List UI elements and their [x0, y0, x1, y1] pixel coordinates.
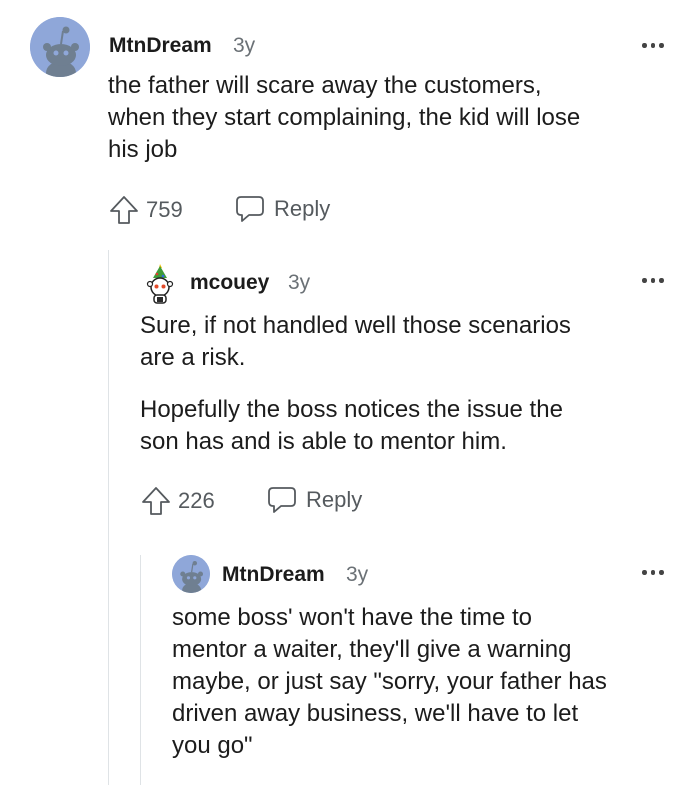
reply-bubble-icon [268, 487, 296, 513]
dot-icon [650, 43, 655, 48]
comment-line: some boss' won't have the time to [172, 604, 533, 631]
more-options-button[interactable] [642, 276, 666, 284]
upvote-arrow-icon [142, 487, 170, 515]
reply-bubble-icon [236, 196, 264, 222]
comment-line: Sure, if not handled well those scenario… [140, 312, 571, 339]
upvote-count: 226 [178, 488, 215, 513]
dot-icon [650, 570, 655, 575]
comment-line: his job [108, 136, 178, 163]
comment-body: the father will scare away the customers… [108, 70, 678, 166]
comment-author[interactable]: MtnDream [222, 563, 325, 587]
comment-line: when they start complaining, the kid wil… [108, 104, 581, 131]
comment-line: Hopefully the boss notices the issue the [140, 396, 563, 423]
dot-icon [659, 278, 664, 283]
comment-age: 3y [233, 34, 256, 57]
snoo-avatar-icon [172, 555, 210, 593]
comment-age: 3y [346, 563, 369, 586]
avatar[interactable] [143, 264, 177, 304]
thread-line-level-1[interactable] [108, 250, 109, 785]
comment-age: 3y [288, 271, 311, 294]
avatar[interactable] [172, 555, 210, 593]
upvote-button[interactable]: 759 [108, 194, 183, 226]
avatar[interactable] [30, 17, 90, 77]
reply-button[interactable]: Reply [234, 193, 330, 225]
comment-line: you go" [172, 732, 253, 759]
comment-paragraph: Hopefully the boss notices the issue the… [140, 394, 680, 458]
thread-line-level-2[interactable] [140, 555, 141, 785]
comment-line: maybe, or just say "sorry, your father h… [172, 668, 607, 695]
dot-icon [659, 43, 664, 48]
dot-icon [642, 278, 647, 283]
comment-line: mentor a waiter, they'll give a warning [172, 636, 572, 663]
comment-line: are a risk. [140, 344, 246, 371]
comment-author[interactable]: mcouey [190, 271, 269, 295]
snoo-christmas-avatar-icon [146, 264, 174, 304]
upvote-arrow-icon [110, 196, 138, 224]
more-options-button[interactable] [642, 41, 666, 49]
more-options-button[interactable] [642, 568, 666, 576]
comment-line: driven away business, we'll have to let [172, 700, 579, 727]
reply-label: Reply [274, 196, 331, 221]
comment-paragraph: Sure, if not handled well those scenario… [140, 310, 680, 374]
dot-icon [642, 570, 647, 575]
comment-body: some boss' won't have the time to mentor… [172, 602, 692, 762]
comment-line: the father will scare away the customers… [108, 72, 542, 99]
comment-author[interactable]: MtnDream [109, 34, 212, 58]
dot-icon [650, 278, 655, 283]
upvote-count: 759 [146, 197, 183, 222]
comment-line: son has and is able to mentor him. [140, 428, 507, 455]
dot-icon [642, 43, 647, 48]
reply-label: Reply [306, 487, 363, 512]
snoo-avatar-icon [30, 17, 90, 77]
reply-button[interactable]: Reply [266, 484, 362, 516]
upvote-button[interactable]: 226 [140, 485, 215, 517]
dot-icon [659, 570, 664, 575]
